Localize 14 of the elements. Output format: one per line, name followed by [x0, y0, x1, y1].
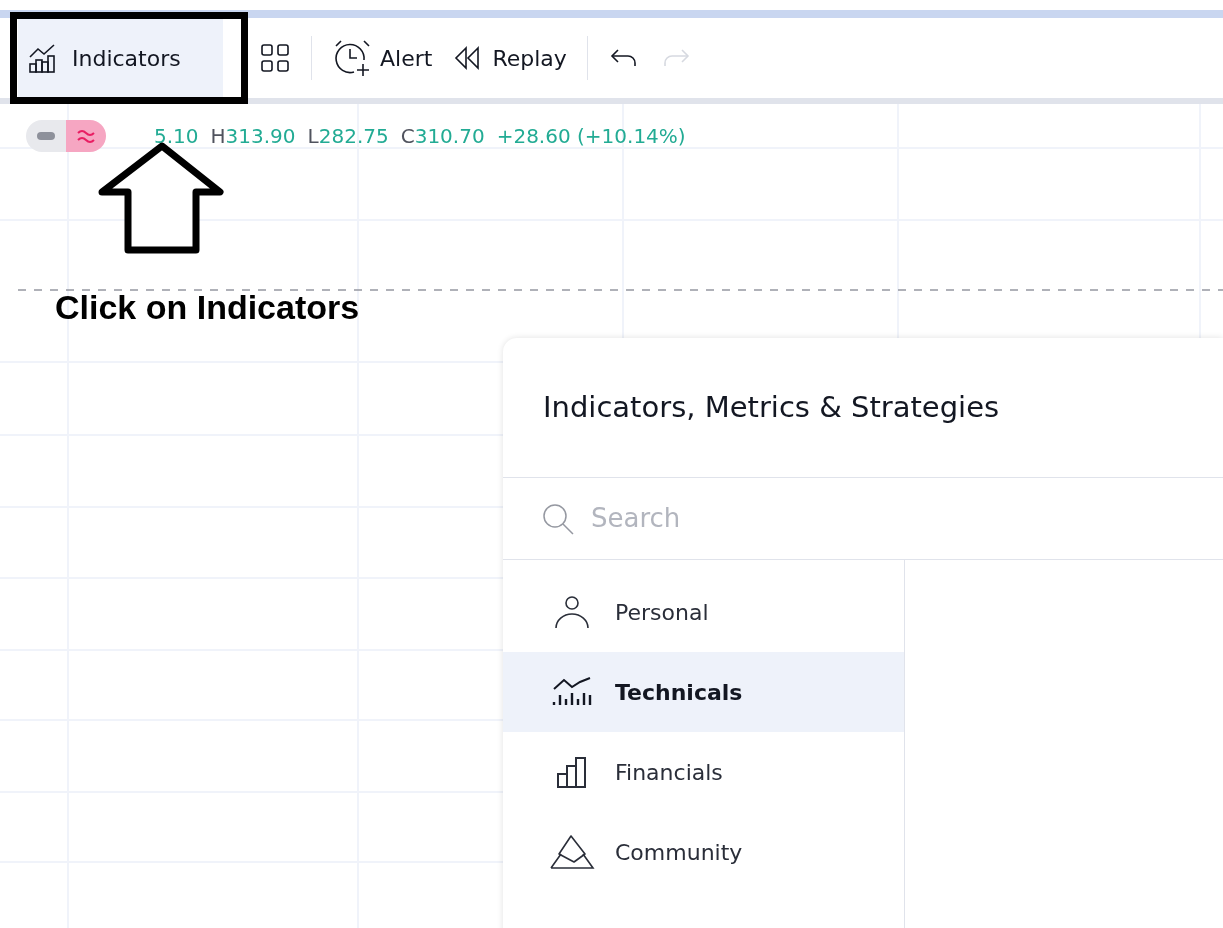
annotation-text: Click on Indicators: [55, 287, 360, 328]
price-change: +28.60 (+10.14%): [496, 123, 686, 150]
category-item[interactable]: Financials: [503, 732, 904, 812]
ohlc-value: C310.70: [400, 123, 485, 150]
indicators-button[interactable]: Indicators: [18, 18, 223, 98]
category-item[interactable]: Personal: [503, 572, 904, 652]
dialog-title: Indicators, Metrics & Strategies: [503, 338, 1223, 478]
category-item[interactable]: Community: [503, 812, 904, 892]
ohlc-value: L282.75: [307, 123, 389, 150]
ohlc-value: H313.90: [210, 123, 296, 150]
alert-button[interactable]: Alert: [322, 18, 443, 98]
price-change: 5.10: [154, 123, 199, 150]
replay-button[interactable]: Replay: [442, 18, 577, 98]
category-item[interactable]: Technicals: [503, 652, 904, 732]
